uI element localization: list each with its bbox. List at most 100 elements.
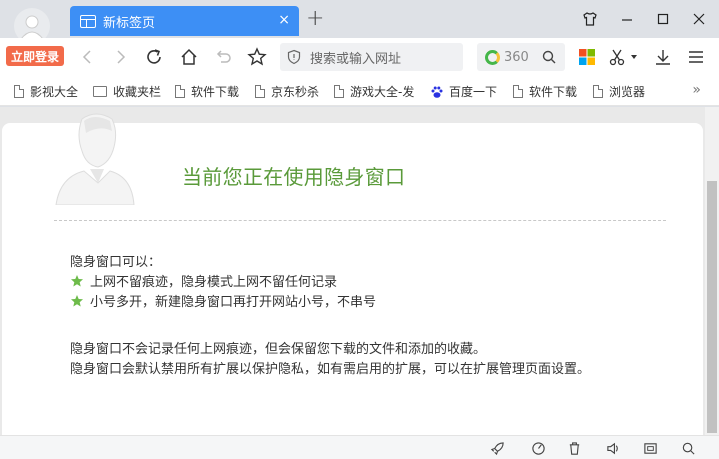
file-icon xyxy=(513,85,523,98)
home-button[interactable] xyxy=(178,46,200,68)
tab-new-tab[interactable]: 新标签页 × xyxy=(70,6,299,36)
file-icon xyxy=(255,85,265,98)
divider xyxy=(54,220,666,221)
tab-title: 新标签页 xyxy=(103,15,156,31)
tab-page-icon xyxy=(80,14,96,28)
login-button[interactable]: 立即登录 xyxy=(6,46,64,66)
bookmark-label: 京东秒杀 xyxy=(271,85,320,99)
speedometer-icon xyxy=(531,441,545,455)
undo-icon xyxy=(216,50,231,63)
undo-close-tab-button[interactable] xyxy=(212,46,234,68)
bookmarks-bar: 影视大全 收藏夹栏 软件下载 京东秒杀 游戏大全-发 百度一下 软件下载 浏览器… xyxy=(0,76,719,106)
scissors-icon xyxy=(609,49,625,66)
bookmark-item[interactable]: 影视大全 xyxy=(14,83,78,100)
new-tab-button[interactable]: + xyxy=(306,8,324,30)
file-icon xyxy=(175,85,185,98)
address-bar[interactable]: 搜索或输入网址 xyxy=(280,43,463,71)
rocket-icon xyxy=(490,441,504,455)
green-star-icon xyxy=(71,294,83,306)
feature-bullet: 上网不留痕迹，隐身模式上网不留任何记录 xyxy=(70,271,337,290)
refresh-icon xyxy=(147,49,161,64)
refresh-button[interactable] xyxy=(143,46,165,68)
scrollbar-thumb[interactable] xyxy=(707,181,717,433)
screenshot-button[interactable] xyxy=(606,46,628,68)
bookmark-label: 软件下载 xyxy=(191,85,240,99)
bookmark-label: 浏览器 xyxy=(609,85,646,99)
file-icon xyxy=(14,85,24,98)
navigation-toolbar: 立即登录 搜索或输入网址 360 xyxy=(0,38,719,76)
incognito-avatar-icon xyxy=(19,15,45,40)
home-icon xyxy=(181,48,197,65)
back-arrow-icon xyxy=(82,50,91,64)
note-text: 隐身窗口不会记录任何上网痕迹，但会保留您下载的文件和添加的收藏。 xyxy=(70,342,487,357)
apps-grid-icon xyxy=(579,49,595,65)
minimize-icon xyxy=(622,19,632,21)
bookmark-item[interactable]: 游戏大全-发 xyxy=(334,83,418,100)
shield-icon xyxy=(287,49,301,65)
maximize-icon xyxy=(657,13,669,25)
title-bar: 新标签页 × + xyxy=(0,0,719,44)
bookmark-item[interactable]: 浏览器 xyxy=(593,83,645,100)
feature-text: 小号多开，新建隐身窗口再打开网站小号，不串号 xyxy=(90,295,377,310)
search-box[interactable]: 360 xyxy=(477,43,565,71)
bookmark-item[interactable]: 京东秒杀 xyxy=(255,83,319,100)
search-icon[interactable] xyxy=(541,49,557,65)
bookmark-item[interactable]: 百度一下 xyxy=(430,83,497,100)
bookmark-label: 收藏夹栏 xyxy=(113,85,162,99)
clear-data-button[interactable] xyxy=(566,440,582,456)
window-icon xyxy=(643,442,657,454)
accelerate-button[interactable] xyxy=(530,440,546,456)
green-star-icon xyxy=(71,274,83,286)
download-icon xyxy=(656,50,670,65)
bookmark-label: 游戏大全-发 xyxy=(350,85,415,99)
bookmark-label: 软件下载 xyxy=(529,85,578,99)
maximize-button[interactable] xyxy=(653,9,673,29)
incognito-person-illustration xyxy=(55,113,135,205)
bookmarks-overflow-button[interactable]: » xyxy=(692,82,701,98)
feature-bullet: 小号多开，新建隐身窗口再打开网站小号，不串号 xyxy=(70,291,376,310)
skin-shirt-button[interactable] xyxy=(580,9,600,29)
vertical-scrollbar[interactable] xyxy=(705,107,719,435)
intro-text: 隐身窗口可以： xyxy=(70,255,162,270)
zoom-button[interactable] xyxy=(680,440,696,456)
downloads-button[interactable] xyxy=(652,46,674,68)
caret-down-icon xyxy=(631,55,637,59)
speedup-button[interactable] xyxy=(489,440,505,456)
favorite-star-button[interactable] xyxy=(246,46,268,68)
magnifier-icon xyxy=(682,442,695,455)
minimize-button[interactable] xyxy=(617,9,637,29)
menu-button[interactable] xyxy=(685,46,707,68)
file-icon xyxy=(593,85,603,98)
forward-button[interactable] xyxy=(110,46,132,68)
bookmark-label: 百度一下 xyxy=(449,85,498,99)
baidu-paw-icon xyxy=(431,86,443,98)
app-center-button[interactable] xyxy=(576,46,598,68)
bookmark-folder[interactable]: 收藏夹栏 xyxy=(93,83,161,100)
star-outline-icon xyxy=(247,47,267,66)
back-button[interactable] xyxy=(76,46,98,68)
search-engine-label: 360 xyxy=(504,49,529,65)
address-placeholder: 搜索或输入网址 xyxy=(310,51,402,67)
mute-button[interactable] xyxy=(605,440,621,456)
page-title: 当前您正在使用隐身窗口 xyxy=(182,165,406,189)
file-icon xyxy=(334,85,344,98)
bookmark-label: 影视大全 xyxy=(30,85,79,99)
speaker-icon xyxy=(606,442,618,454)
forward-arrow-icon xyxy=(117,50,126,64)
tab-close-button[interactable]: × xyxy=(278,12,290,28)
screenshot-dropdown[interactable] xyxy=(628,46,640,68)
window-mode-button[interactable] xyxy=(642,440,658,456)
feature-text: 上网不留痕迹，隐身模式上网不留任何记录 xyxy=(90,275,338,290)
note-text: 隐身窗口会默认禁用所有扩展以保护隐私，如有需启用的扩展，可以在扩展管理页面设置。 xyxy=(70,362,591,377)
folder-icon xyxy=(93,86,107,97)
bookmark-item[interactable]: 软件下载 xyxy=(513,83,577,100)
close-window-button[interactable] xyxy=(689,9,709,29)
360-search-logo-icon xyxy=(485,49,500,65)
hamburger-menu-icon xyxy=(689,51,703,63)
status-bar xyxy=(0,435,719,459)
close-icon xyxy=(693,13,705,25)
bookmark-item[interactable]: 软件下载 xyxy=(175,83,239,100)
shirt-icon xyxy=(583,12,597,26)
incognito-page: 当前您正在使用隐身窗口 隐身窗口可以： 上网不留痕迹，隐身模式上网不留任何记录 … xyxy=(2,113,703,435)
page-content: 当前您正在使用隐身窗口 隐身窗口可以： 上网不留痕迹，隐身模式上网不留任何记录 … xyxy=(0,107,705,435)
